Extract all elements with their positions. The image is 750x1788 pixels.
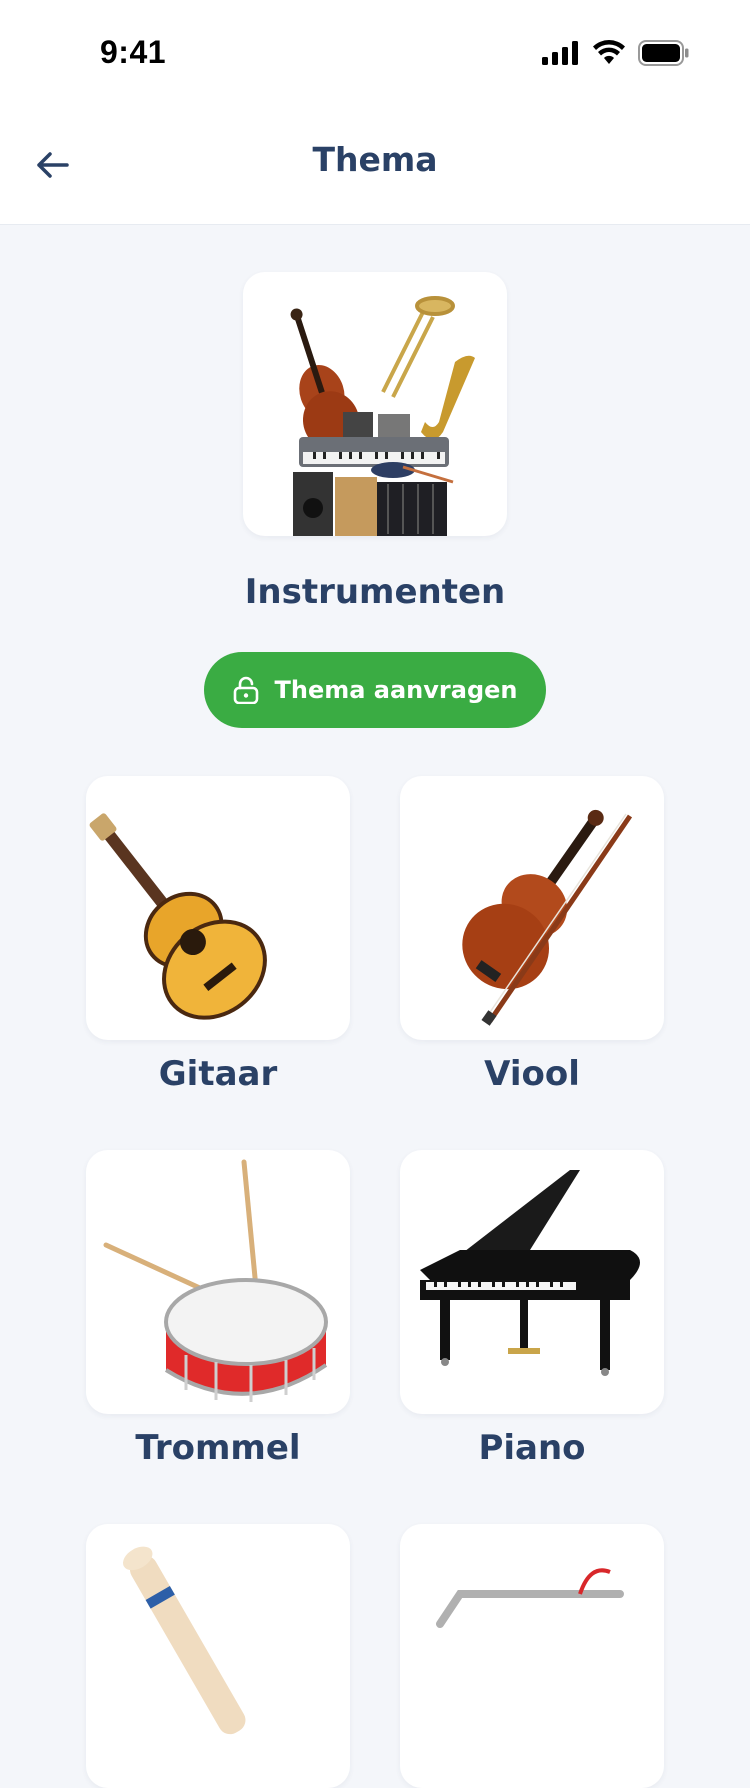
item-card-recorder[interactable] xyxy=(86,1524,350,1788)
drum-image xyxy=(103,1159,328,1402)
unlock-icon xyxy=(233,676,259,704)
status-bar: 9:41 xyxy=(0,0,750,110)
page-title: Thema xyxy=(312,140,438,179)
item-label-violin: Viool xyxy=(484,1054,580,1094)
recorder-image xyxy=(123,1546,246,1735)
status-icons xyxy=(542,40,690,66)
nav-header: Thema xyxy=(0,110,750,225)
item-card-triangle[interactable] xyxy=(400,1524,664,1788)
item-card-violin[interactable] xyxy=(400,776,664,1040)
battery-icon xyxy=(638,40,690,66)
item-label-guitar: Gitaar xyxy=(158,1054,278,1094)
status-time: 9:41 xyxy=(100,34,167,70)
item-card-guitar[interactable] xyxy=(86,776,350,1040)
wifi-icon xyxy=(592,40,626,66)
signal-icon xyxy=(542,41,580,65)
triangle-image xyxy=(436,1568,624,1628)
theme-image-card xyxy=(243,272,507,536)
piano-image xyxy=(420,1170,640,1376)
guitar-image xyxy=(89,813,267,1020)
instruments-collage-image xyxy=(290,296,475,536)
item-card-drum[interactable] xyxy=(86,1150,350,1414)
violin-image xyxy=(462,809,633,1026)
item-label-piano: Piano xyxy=(478,1428,586,1468)
request-theme-label: Thema aanvragen xyxy=(274,676,518,704)
request-theme-button[interactable]: Thema aanvragen xyxy=(204,652,546,728)
item-label-drum: Trommel xyxy=(135,1428,301,1468)
theme-name: Instrumenten xyxy=(244,572,506,612)
item-card-piano[interactable] xyxy=(400,1150,664,1414)
